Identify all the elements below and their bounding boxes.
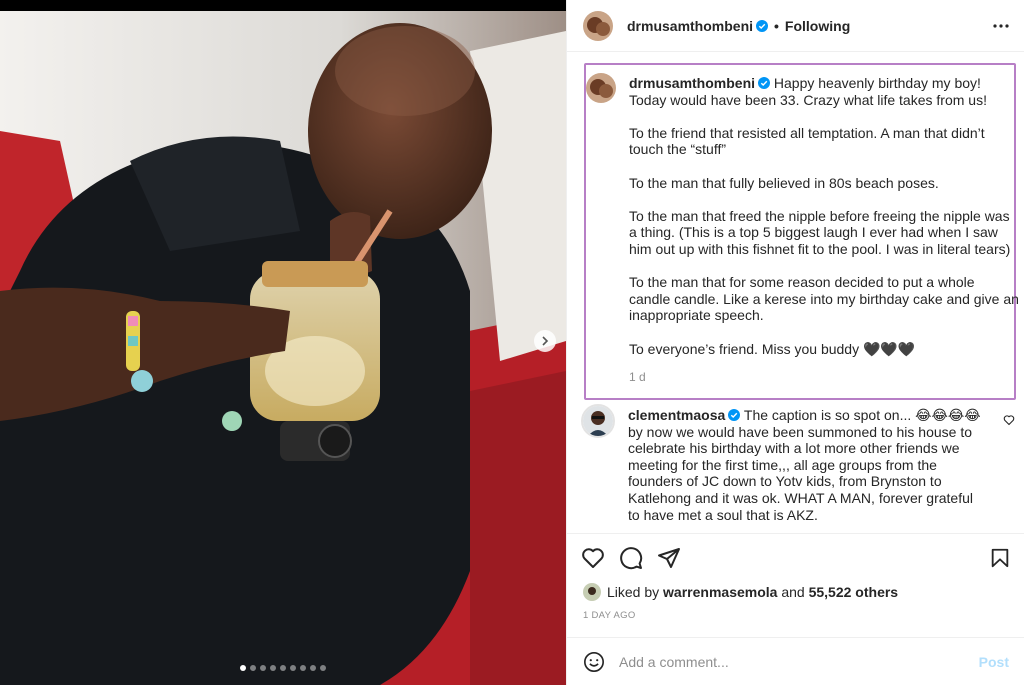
caption-highlight-box: drmusamthombeni Happy heavenly birthday … [584,63,1019,400]
caption-paragraph: To the friend that resisted all temptati… [629,124,985,158]
post-header: drmusamthombeni • Following [567,0,1024,52]
post-comment-button[interactable]: Post [979,654,1009,670]
more-options-icon[interactable] [992,17,1010,35]
carousel-dot [300,665,306,671]
comment-body: The caption is so spot on... 😂😂😂😂 by now… [628,407,981,523]
carousel-next-button[interactable] [534,330,556,352]
post-caption: drmusamthombeni Happy heavenly birthday … [629,75,1019,357]
comment-input[interactable] [619,653,979,670]
author-username[interactable]: drmusamthombeni [627,18,753,34]
like-button[interactable] [581,546,605,570]
save-button[interactable] [989,547,1011,569]
author-avatar[interactable] [583,10,613,41]
share-button[interactable] [657,546,681,570]
heart-icon [582,548,604,568]
commenter-username[interactable]: clementmaosa [628,407,725,423]
carousel-dot [250,665,256,671]
likes-summary: Liked by warrenmasemola and 55,522 other… [583,583,898,601]
media-top-bar [0,0,566,11]
verified-badge-icon [756,19,769,32]
caption-paragraph: To the man that fully believed in 80s be… [629,174,939,191]
liker-avatar[interactable] [583,583,601,601]
share-icon [658,548,680,568]
likes-count-link[interactable]: 55,522 others [809,584,899,600]
likes-and: and [781,584,805,600]
comment-button[interactable] [619,546,643,570]
chevron-right-icon [542,336,549,346]
likes-prefix: Liked by [607,584,660,600]
bookmark-icon [991,548,1009,568]
post-date[interactable]: 1 DAY AGO [583,610,636,621]
comment-text: clementmaosa The caption is so spot on..… [628,407,988,523]
verified-badge-icon [758,77,771,89]
carousel-dot [270,665,276,671]
carousel-dot [290,665,296,671]
caption-paragraph: To the man that for some reason decided … [629,274,1019,324]
post-side-panel: drmusamthombeni • Following drmusamthomb… [566,0,1024,685]
liker-username[interactable]: warrenmasemola [663,584,777,600]
comment-like-heart-icon[interactable] [1003,414,1015,426]
commenter-avatar[interactable] [581,404,615,438]
caption-paragraph: To the man that freed the nipple before … [629,207,1011,257]
carousel-dots [0,665,566,671]
action-bar [567,533,1024,582]
carousel-dot [260,665,266,671]
add-comment-bar: Post [567,637,1024,685]
post-photo [0,11,566,685]
caption-author-avatar[interactable] [586,73,616,103]
following-button[interactable]: Following [785,18,850,34]
follow-separator: • [774,17,779,34]
caption-username[interactable]: drmusamthombeni [629,75,755,91]
carousel-dot [240,665,246,671]
post-media [0,0,566,685]
caption-paragraph: To everyone’s friend. Miss you buddy 🖤🖤🖤 [629,340,916,357]
caption-timestamp[interactable]: 1 d [629,370,646,384]
emoji-icon[interactable] [583,651,605,673]
verified-badge-icon [728,409,741,421]
carousel-dot [310,665,316,671]
carousel-dot [320,665,326,671]
comment-icon [620,547,643,570]
carousel-dot [280,665,286,671]
